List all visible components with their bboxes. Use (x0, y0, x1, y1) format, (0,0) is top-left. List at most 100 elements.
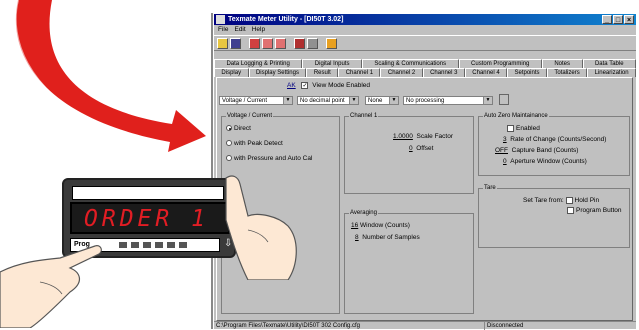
tab-data-table[interactable]: Data Table (582, 59, 637, 68)
hold-pin-checkbox[interactable] (565, 197, 573, 204)
program-button-label: Program Button (576, 207, 622, 215)
menu-edit[interactable]: Edit (234, 25, 245, 35)
chevron-down-icon: ▼ (283, 97, 292, 104)
hold-pin-label: Hold Pin (574, 197, 600, 205)
minimize-icon[interactable]: _ (602, 15, 612, 24)
offset-label: Offset (416, 145, 434, 152)
radio-icon (226, 140, 232, 147)
tab-result[interactable]: Result (306, 68, 339, 77)
status-bar: C:\Program Files\Texmate\Utility\DI50T 3… (214, 321, 636, 330)
offset-row[interactable]: 0 Offset (409, 145, 433, 152)
tab-channel-1[interactable]: Channel 1 (338, 68, 381, 77)
open-folder-icon[interactable] (217, 37, 228, 49)
averaging-caption: Averaging (349, 209, 378, 217)
status-connection: Disconnected (484, 322, 523, 330)
tab-setpoints[interactable]: Setpoints (507, 68, 547, 77)
print-icon[interactable] (307, 37, 318, 49)
tab-notes[interactable]: Notes (541, 59, 583, 68)
rate-label: Rate of Change (Counts/Second) (510, 136, 607, 143)
menu-bar: File Edit Help (214, 25, 636, 35)
autozero-group: Auto Zero Maintainance Enabled 3 Rate of… (478, 112, 630, 176)
scale-factor-row[interactable]: 1.0000 Scale Factor (393, 133, 453, 140)
tab-display-settings[interactable]: Display Settings (248, 68, 307, 77)
scale-factor-value[interactable]: 1.0000 (393, 133, 413, 140)
tab-scaling[interactable]: Scaling & Communications (361, 59, 459, 68)
autozero-enabled-row[interactable]: Enabled (507, 125, 540, 132)
filter-select[interactable]: None ▼ (365, 96, 399, 105)
maximize-icon[interactable]: □ (613, 15, 623, 24)
view-mode-label: View Mode Enabled (312, 82, 370, 90)
autozero-checkbox[interactable] (507, 125, 514, 132)
decimal-value: No decimal point (300, 98, 345, 104)
hand-illustration-left (0, 245, 102, 328)
option-peak-label: with Peak Detect (234, 140, 283, 147)
send-icon[interactable] (249, 37, 260, 49)
hand-illustration-right (225, 175, 297, 280)
meter-icon[interactable] (294, 37, 305, 49)
aperture-row[interactable]: 0 Aperture Window (Counts) (503, 158, 587, 165)
download-arrow-icon[interactable] (275, 37, 286, 49)
menu-file[interactable]: File (218, 25, 228, 35)
option-direct[interactable]: Direct (226, 125, 251, 132)
program-button-checkbox[interactable] (567, 207, 574, 214)
aperture-value[interactable]: 0 (503, 158, 507, 165)
tare-program-row[interactable]: Program Button (567, 207, 622, 214)
meter-display: ORDER 1 (70, 202, 230, 234)
tab-row-upper: Data Logging & Printing Digital Inputs S… (214, 59, 637, 68)
tab-linearization[interactable]: Linearization (587, 68, 637, 77)
window-row[interactable]: 16 Window (Counts) (351, 222, 410, 229)
tab-custom-programming[interactable]: Custom Programming (458, 59, 542, 68)
tab-channel-3[interactable]: Channel 3 (422, 68, 465, 77)
save-disk-icon[interactable] (230, 37, 241, 49)
color-swatch[interactable] (499, 94, 509, 105)
tab-display[interactable]: Display (214, 68, 249, 77)
tab-channel-4[interactable]: Channel 4 (464, 68, 508, 77)
tare-set-label: Set Tare from: (523, 197, 564, 205)
rate-row[interactable]: 3 Rate of Change (Counts/Second) (503, 136, 606, 143)
tare-hold-row[interactable]: Set Tare from: Hold Pin (523, 197, 599, 204)
option-pressure-label: with Pressure and Auto Cal (234, 155, 313, 162)
band-value[interactable]: OFF (495, 147, 508, 154)
aperture-label: Aperture Window (Counts) (510, 158, 587, 165)
rate-value[interactable]: 3 (503, 136, 507, 143)
autozero-enabled-label: Enabled (516, 125, 540, 133)
tare-caption: Tare (483, 184, 497, 192)
tab-data-logging[interactable]: Data Logging & Printing (214, 59, 303, 68)
meter-readout: ORDER 1 (84, 206, 209, 232)
toolbar (214, 35, 636, 51)
radio-icon (226, 125, 232, 132)
offset-value[interactable]: 0 (409, 145, 413, 152)
app-icon (216, 15, 225, 24)
view-mode-checkbox[interactable]: ✓ (301, 82, 309, 89)
window-label: Window (Counts) (360, 222, 410, 229)
view-mode-row: AK ✓ View Mode Enabled (287, 82, 370, 89)
meter-top-strip (72, 186, 224, 200)
tab-digital-inputs[interactable]: Digital Inputs (302, 59, 362, 68)
tab-row-lower: Display Display Settings Result Channel … (214, 68, 637, 77)
window-value[interactable]: 16 (351, 222, 358, 229)
input-type-select[interactable]: Voltage / Current ▼ (219, 96, 293, 105)
menu-help[interactable]: Help (252, 25, 265, 35)
band-row[interactable]: OFF Capture Band (Counts) (495, 147, 578, 154)
scale-factor-label: Scale Factor (416, 133, 454, 140)
samples-value[interactable]: 8 (355, 234, 359, 241)
tab-channel-2[interactable]: Channel 2 (380, 68, 423, 77)
autozero-caption: Auto Zero Maintainance (483, 112, 549, 120)
tare-group: Tare Set Tare from: Hold Pin Program But… (478, 184, 630, 248)
help-icon[interactable] (326, 37, 337, 49)
close-icon[interactable]: × (624, 15, 634, 24)
band-label: Capture Band (Counts) (511, 147, 579, 154)
decimal-select[interactable]: No decimal point ▼ (297, 96, 359, 105)
samples-row[interactable]: 8 Number of Samples (355, 234, 420, 241)
voltage-current-caption: Voltage / Current (226, 112, 274, 120)
option-pressure[interactable]: with Pressure and Auto Cal (226, 155, 312, 162)
processing-value: No processing (406, 98, 445, 104)
upload-arrow-icon[interactable] (262, 37, 273, 49)
title-bar: Texmate Meter Utility - [DI50T 3.02] _ □… (214, 14, 636, 25)
processing-select[interactable]: No processing ▼ (403, 96, 493, 105)
option-peak-detect[interactable]: with Peak Detect (226, 140, 283, 147)
input-type-value: Voltage / Current (222, 98, 268, 104)
tab-totalizers[interactable]: Totalizers (546, 68, 588, 77)
chevron-down-icon: ▼ (349, 97, 358, 104)
samples-label: Number of Samples (362, 234, 420, 241)
